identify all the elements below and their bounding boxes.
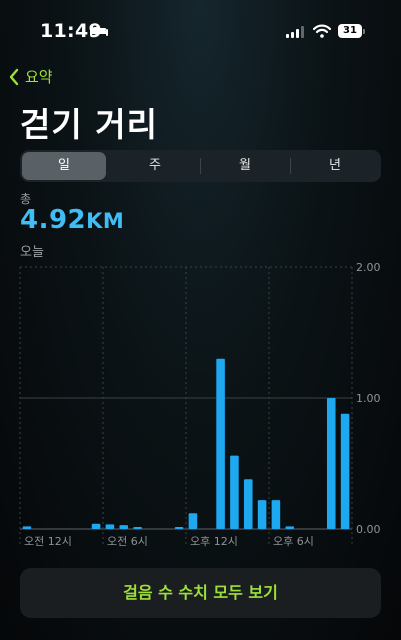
x-tick-label: 오후 6시 — [273, 535, 314, 548]
hourly-distance-chart[interactable]: 2.00 1.00 0.00 오전 12시 오전 6시 오후 12시 오후 6시 — [0, 258, 401, 558]
cellular-signal-icon — [286, 26, 304, 38]
y-tick-label: 2.00 — [356, 261, 381, 274]
hour-bar — [340, 413, 350, 529]
hour-bar — [230, 455, 239, 529]
total-distance-unit: KM — [86, 209, 125, 233]
hour-bar — [22, 526, 32, 529]
battery-icon: 31 — [338, 24, 362, 38]
x-tick-label: 오전 6시 — [107, 535, 148, 548]
period-segmented-control: 일 주 월 년 — [20, 150, 381, 182]
y-tick-label: 0.00 — [356, 523, 381, 536]
segment-day[interactable]: 일 — [22, 152, 106, 180]
segment-divider — [290, 158, 291, 174]
segment-month[interactable]: 월 — [203, 152, 287, 180]
hour-bar — [174, 527, 184, 529]
hour-bar — [257, 500, 267, 529]
hour-bar — [91, 523, 101, 529]
hour-bar — [216, 358, 225, 529]
hour-bar — [326, 398, 336, 529]
hour-bar — [271, 500, 281, 529]
status-bar: 11:49 31 — [0, 0, 401, 60]
hour-bar — [119, 525, 129, 529]
hour-bar — [105, 524, 115, 529]
hour-bar — [285, 526, 295, 529]
back-button[interactable]: 요약 — [9, 66, 53, 87]
wifi-icon — [313, 24, 331, 38]
x-tick-label: 오전 12시 — [24, 535, 72, 548]
chevron-left-icon — [9, 68, 19, 85]
sleep-bed-icon — [90, 25, 108, 36]
hour-bar — [243, 479, 253, 529]
y-tick-label: 1.00 — [356, 392, 381, 405]
total-distance-number: 4.92 — [20, 205, 87, 235]
x-tick-label: 오후 12시 — [190, 535, 238, 548]
segment-week[interactable]: 주 — [113, 152, 197, 180]
battery-tip — [363, 29, 365, 34]
back-label: 요약 — [25, 68, 53, 86]
total-distance-value: 4.92KM — [20, 205, 124, 235]
hour-bar — [188, 513, 198, 529]
page-title: 걷기 거리 — [20, 105, 158, 144]
segment-divider — [200, 158, 201, 174]
hour-bar — [133, 527, 142, 529]
segment-year[interactable]: 년 — [293, 152, 377, 180]
show-all-step-data-button[interactable]: 걸음 수 수치 모두 보기 — [20, 568, 381, 618]
